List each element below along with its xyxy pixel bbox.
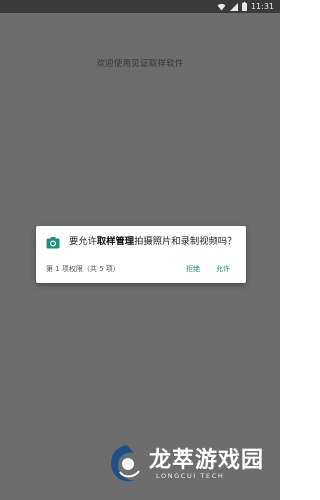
watermark-logo: 龙萃游戏园 LONGCUI TECH <box>104 438 274 496</box>
welcome-text: 欢迎使用见证取样软件 <box>96 59 184 69</box>
message-prefix: 要允许 <box>69 236 97 247</box>
message-suffix: 拍摄照片和录制视频吗？ <box>134 236 237 247</box>
app-name: 取样管理 <box>96 236 135 247</box>
status-icons: 11:31 <box>217 1 274 12</box>
wifi-icon <box>217 3 226 10</box>
dragon-logo-icon <box>111 445 140 482</box>
deny-button[interactable]: 拒绝 <box>184 263 202 275</box>
status-bar: 11:31 <box>0 0 280 13</box>
battery-icon <box>241 2 247 11</box>
permission-dialog: 要允许取样管理拍摄照片和录制视频吗？ 第 1 项权限（共 5 项） 拒绝 允许 <box>36 226 246 283</box>
permission-message: 要允许取样管理拍摄照片和录制视频吗？ <box>69 235 242 249</box>
watermark-title: 龙萃游戏园 <box>149 448 265 473</box>
status-time: 11:31 <box>250 2 274 11</box>
allow-button[interactable]: 允许 <box>214 263 232 275</box>
signal-icon <box>229 2 238 11</box>
watermark-subtitle: LONGCUI TECH <box>156 472 225 480</box>
permission-page-indicator: 第 1 项权限（共 5 项） <box>46 265 120 273</box>
camera-icon <box>46 237 60 249</box>
